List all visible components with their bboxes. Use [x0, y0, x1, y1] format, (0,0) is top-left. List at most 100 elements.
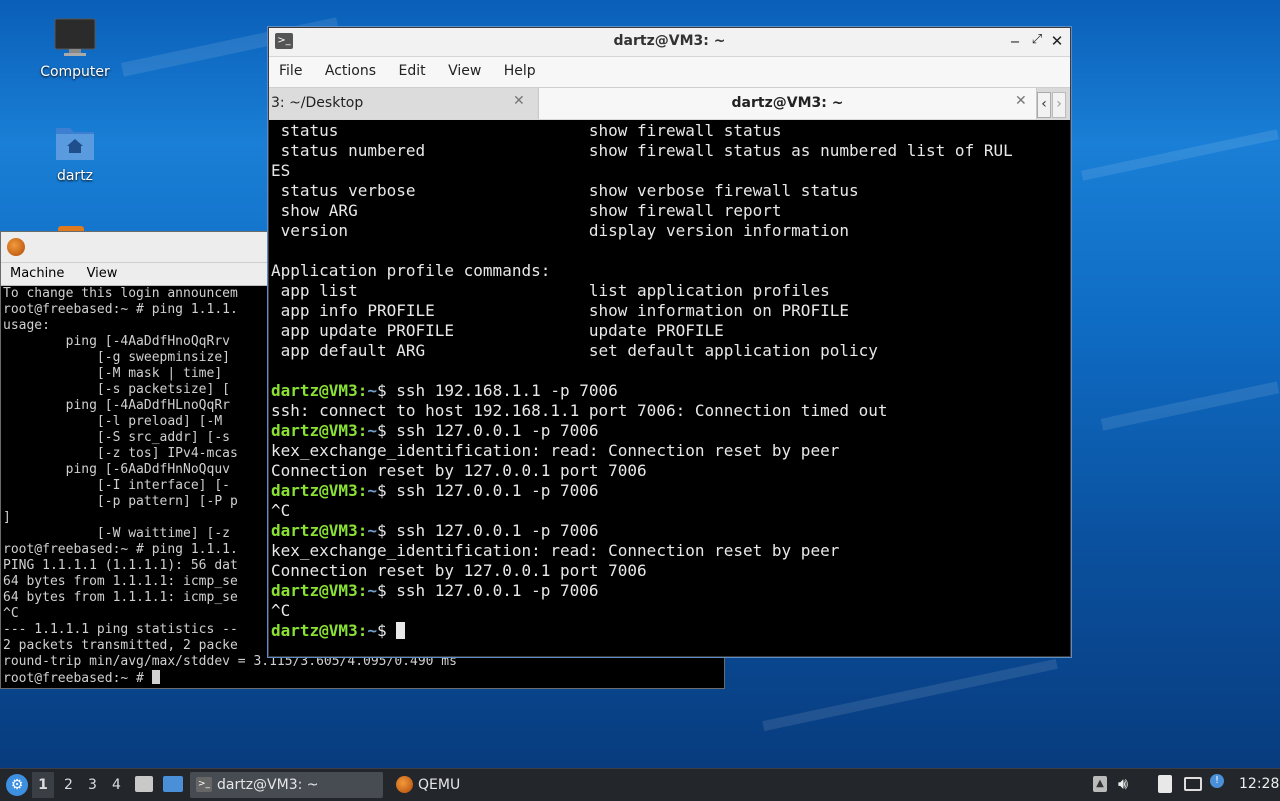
- task-qemu[interactable]: QEMU: [390, 772, 510, 798]
- command-text: $ ssh 192.168.1.1 -p 7006: [376, 381, 618, 400]
- show-desktop-icon[interactable]: [163, 776, 183, 792]
- console-line: 64 bytes from 1.1.1.1: icmp_se: [3, 574, 238, 589]
- console-line: --- 1.1.1.1 ping statistics --: [3, 622, 238, 637]
- command-text: $ ssh 127.0.0.1 -p 7006: [376, 421, 599, 440]
- console-line: To change this login announcem: [3, 286, 238, 301]
- task-label: dartz@VM3: ~: [217, 777, 319, 793]
- output-line: kex_exchange_identification: read: Conne…: [271, 441, 840, 460]
- console-line: [-M mask | time]: [3, 366, 230, 381]
- terminal-tabbar: 3: ~/Desktop ✕ dartz@VM3: ~ ✕ ‹ ›: [269, 87, 1070, 120]
- console-line: usage:: [3, 318, 50, 333]
- tab-close-icon[interactable]: ✕: [1015, 93, 1027, 109]
- menu-actions[interactable]: Actions: [315, 57, 384, 79]
- prompt-path: ~: [367, 381, 377, 400]
- output-line: app list list application profiles: [271, 281, 830, 300]
- desktop-icon-label: Computer: [40, 64, 110, 80]
- output-line: ES: [271, 161, 291, 180]
- command-text: $ ssh 127.0.0.1 -p 7006: [376, 581, 599, 600]
- output-line: show ARG show firewall report: [271, 201, 782, 220]
- clock[interactable]: 12:28: [1239, 776, 1279, 792]
- prompt-user: dartz@VM3:: [271, 421, 368, 440]
- console-line: [-W waittime] [-z: [3, 526, 230, 541]
- console-line: [-s packetsize] [: [3, 382, 230, 397]
- terminal-text[interactable]: status show firewall status status numbe…: [269, 120, 1070, 641]
- output-line: app info PROFILE show information on PRO…: [271, 301, 849, 320]
- console-line: ^C: [3, 606, 19, 621]
- console-line: ]: [3, 510, 11, 525]
- close-icon[interactable]: ✕: [1047, 32, 1067, 50]
- minimize-icon[interactable]: ‒: [1005, 32, 1025, 50]
- output-line: status numbered show firewall status as …: [271, 141, 1013, 160]
- menu-edit[interactable]: Edit: [388, 57, 433, 79]
- terminal-titlebar[interactable]: >_ dartz@VM3: ~ ‒ ⤢ ✕: [269, 28, 1070, 57]
- console-line: ping [-4AaDdfHLnoQqRr: [3, 398, 230, 413]
- console-line: root@freebased:~ # ping 1.1.1.: [3, 542, 238, 557]
- command-line: dartz@VM3:~$ ssh 127.0.0.1 -p 7006: [271, 521, 599, 540]
- menu-file[interactable]: File: [269, 57, 310, 79]
- text-cursor: [396, 622, 406, 639]
- command-text: $: [376, 621, 397, 640]
- desktop-icon-home[interactable]: dartz: [30, 122, 120, 184]
- tab-close-icon[interactable]: ✕: [513, 93, 525, 109]
- console-line: root@freebased:~ # ping 1.1.1.: [3, 302, 238, 317]
- file-manager-icon[interactable]: [135, 776, 153, 792]
- prompt-path: ~: [367, 581, 377, 600]
- command-line: dartz@VM3:~$ ssh 127.0.0.1 -p 7006: [271, 481, 599, 500]
- output-line: version display version information: [271, 221, 849, 240]
- terminal-window[interactable]: >_ dartz@VM3: ~ ‒ ⤢ ✕ File Actions Edit …: [268, 27, 1071, 657]
- command-line: dartz@VM3:~$ ssh 127.0.0.1 -p 7006: [271, 421, 599, 440]
- output-line: app default ARG set default application …: [271, 341, 878, 360]
- output-line: ^C: [271, 601, 291, 620]
- console-line: [-S src_addr] [-s: [3, 430, 230, 445]
- command-line: dartz@VM3:~$ ssh 192.168.1.1 -p 7006: [271, 381, 618, 400]
- output-line: kex_exchange_identification: read: Conne…: [271, 541, 840, 560]
- prompt-user: dartz@VM3:: [271, 621, 368, 640]
- notification-icon[interactable]: !: [1210, 774, 1224, 788]
- qemu-icon: [396, 776, 413, 793]
- tab-label: dartz@VM3: ~: [731, 95, 844, 111]
- command-text: $ ssh 127.0.0.1 -p 7006: [376, 481, 599, 500]
- command-line: dartz@VM3:~$ ssh 127.0.0.1 -p 7006: [271, 581, 599, 600]
- app-menu-icon[interactable]: ⚙: [6, 774, 28, 796]
- console-line: ping [-4AaDdfHnoQqRrv: [3, 334, 230, 349]
- workspace-3[interactable]: 3: [88, 777, 97, 793]
- terminal-icon: >_: [196, 777, 212, 792]
- tab-scroll-right-icon[interactable]: ›: [1052, 92, 1066, 118]
- qemu-menu-machine[interactable]: Machine: [1, 263, 73, 281]
- menu-help[interactable]: Help: [494, 57, 544, 79]
- window-title: dartz@VM3: ~: [613, 33, 726, 49]
- desktop-icon-label: dartz: [56, 168, 94, 184]
- desktop-icon-computer[interactable]: Computer: [30, 18, 120, 80]
- workspace-2[interactable]: 2: [64, 777, 73, 793]
- output-line: Application profile commands:: [271, 261, 551, 280]
- qemu-menu-view[interactable]: View: [78, 263, 127, 281]
- qemu-icon: [7, 238, 25, 256]
- output-line: ssh: connect to host 192.168.1.1 port 70…: [271, 401, 888, 420]
- prompt-path: ~: [367, 621, 377, 640]
- clipboard-icon[interactable]: [1158, 775, 1172, 793]
- task-terminal[interactable]: >_ dartz@VM3: ~: [190, 772, 383, 798]
- workspace-1[interactable]: 1: [32, 772, 54, 798]
- prompt-path: ~: [367, 481, 377, 500]
- console-line: [-z tos] IPv4-mcas: [3, 446, 238, 461]
- tab-home[interactable]: dartz@VM3: ~ ✕: [538, 88, 1037, 119]
- task-label: QEMU: [418, 777, 461, 793]
- console-line: root@freebased:~ #: [3, 671, 152, 686]
- tab-scroll-left-icon[interactable]: ‹: [1037, 92, 1051, 118]
- network-icon[interactable]: [1184, 777, 1202, 791]
- tab-desktop[interactable]: 3: ~/Desktop ✕: [269, 88, 537, 119]
- prompt-user: dartz@VM3:: [271, 481, 368, 500]
- console-line: 2 packets transmitted, 2 packe: [3, 638, 238, 653]
- console-line: [-l preload] [-M: [3, 414, 230, 429]
- terminal-output[interactable]: status show firewall status status numbe…: [269, 120, 1070, 656]
- menu-view[interactable]: View: [438, 57, 489, 79]
- console-line: PING 1.1.1.1 (1.1.1.1): 56 dat: [3, 558, 238, 573]
- console-line: ping [-6AaDdfHnNoQquv: [3, 462, 230, 477]
- terminal-menubar: File Actions Edit View Help: [269, 57, 1070, 87]
- output-line: ^C: [271, 501, 291, 520]
- workspace-4[interactable]: 4: [112, 777, 121, 793]
- maximize-icon[interactable]: ⤢: [1027, 32, 1047, 47]
- home-folder-icon: [54, 122, 96, 162]
- volume-icon[interactable]: 🔊︎: [1118, 774, 1128, 794]
- tray-expand-icon[interactable]: ▲: [1093, 776, 1107, 792]
